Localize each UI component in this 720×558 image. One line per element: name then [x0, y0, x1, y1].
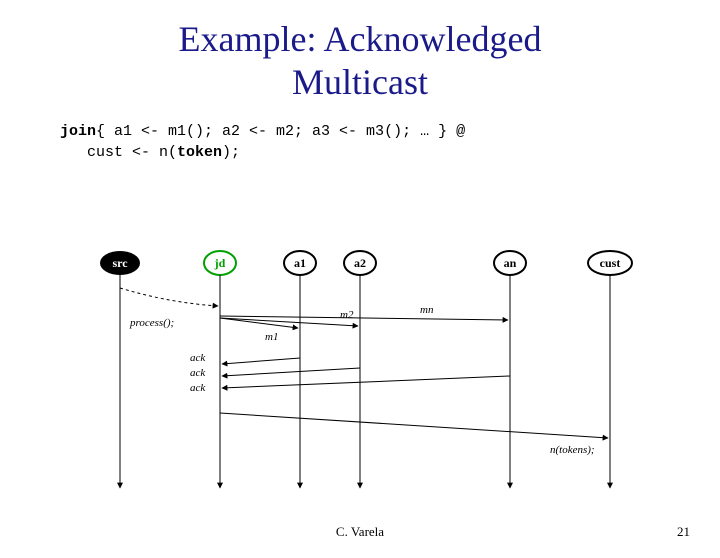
- node-cust: cust: [588, 251, 632, 275]
- svg-text:jd: jd: [214, 256, 226, 270]
- node-jd: jd: [204, 251, 236, 275]
- svg-text:cust: cust: [600, 256, 621, 270]
- label-ack3: ack: [190, 382, 206, 394]
- code-l2-c: );: [222, 144, 240, 161]
- title-line-1: Example: Acknowledged: [179, 19, 542, 59]
- label-ack2: ack: [190, 367, 206, 379]
- arrow-ntokens: [220, 413, 608, 438]
- slide-title: Example: Acknowledged Multicast: [0, 18, 720, 104]
- svg-text:a2: a2: [354, 256, 366, 270]
- label-ack1: ack: [190, 352, 206, 364]
- label-m1: m1: [265, 331, 278, 343]
- arrow-m2: [220, 318, 358, 326]
- node-an: an: [494, 251, 526, 275]
- title-line-2: Multicast: [292, 62, 428, 102]
- node-a1: a1: [284, 251, 316, 275]
- arrow-process: [120, 288, 218, 306]
- arrow-mn: [220, 316, 508, 320]
- svg-text:src: src: [112, 256, 128, 270]
- arrow-m1: [220, 318, 298, 328]
- code-l2-a: cust <- n(: [60, 144, 177, 161]
- code-block: join{ a1 <- m1(); a2 <- m2; a3 <- m3(); …: [60, 122, 720, 163]
- kw-join: join: [60, 123, 96, 140]
- label-mn: mn: [420, 304, 434, 316]
- label-m2: m2: [340, 309, 354, 321]
- node-src: src: [100, 251, 140, 275]
- svg-text:an: an: [504, 256, 517, 270]
- arrow-ack1: [222, 358, 300, 364]
- label-process: process();: [129, 317, 174, 329]
- svg-text:a1: a1: [294, 256, 306, 270]
- node-a2: a2: [344, 251, 376, 275]
- sequence-diagram: src jd a1 a2 an cust process(); m1 m2 mn…: [90, 248, 660, 498]
- code-l1-rest: { a1 <- m1(); a2 <- m2; a3 <- m3(); … } …: [96, 123, 465, 140]
- arrow-ack3: [222, 376, 510, 388]
- kw-token: token: [177, 144, 222, 161]
- footer-page-number: 21: [677, 524, 690, 540]
- label-ntokens: n(tokens);: [550, 444, 595, 456]
- footer-author: C. Varela: [0, 524, 720, 540]
- arrow-ack2: [222, 368, 360, 376]
